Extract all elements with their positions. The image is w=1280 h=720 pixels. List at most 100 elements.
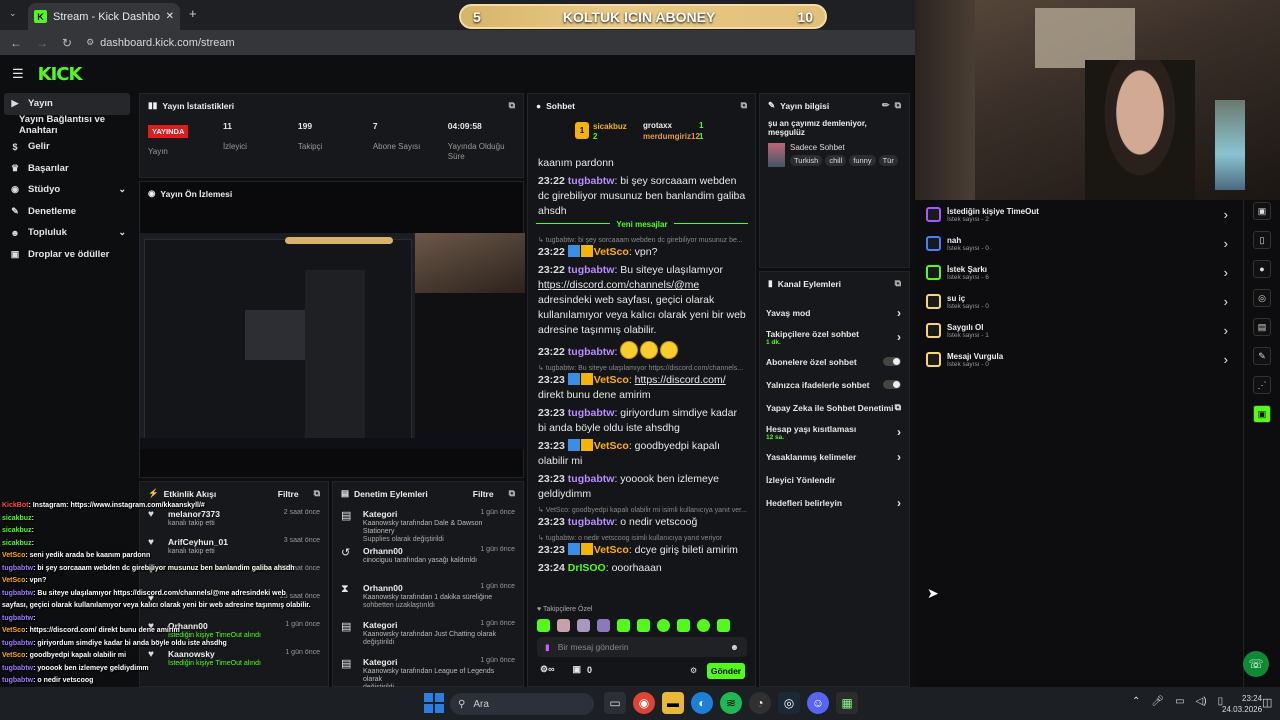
redeem-item[interactable]: Saygılı Ol İstek sayısı - 1 › [926,316,1236,345]
sidebar-item-revenue[interactable]: $ Gelir [0,136,136,158]
chat-input[interactable]: ▮ Bir mesaj gönderin ☻ [537,637,747,657]
site-info-icon[interactable]: ⚙ [86,37,94,48]
chat-username[interactable]: tugbabtw [568,473,615,485]
mic-icon[interactable]: ▮ [545,642,550,653]
moderation-filter-button[interactable]: Filtre [473,489,494,499]
mobile-icon[interactable]: ▯ [1253,231,1271,249]
chat-username[interactable]: tugbabtw [568,407,615,419]
toggle-switch[interactable] [883,380,901,389]
sidebar-item-achievements[interactable]: ♛ Başarılar [0,158,136,180]
redeem-item[interactable]: İstek Şarkı İstek sayısı - 6 › [926,258,1236,287]
chat-username[interactable]: tugbabtw [568,175,615,187]
discord-icon[interactable]: ☺ [807,692,829,714]
browser-tab[interactable]: K Stream - Kick Dashboard ✕ [28,3,180,30]
chat-username[interactable]: VetSco [594,246,629,258]
chat-username[interactable]: VetSco [594,440,629,452]
redeem-item[interactable]: nah İstek sayısı - 0 › [926,229,1236,258]
channel-action-item[interactable]: Yavaş mod › [760,301,909,324]
forward-icon[interactable]: → [36,36,48,50]
kick-logo[interactable]: KICK [38,64,83,85]
redeem-item[interactable]: su iç İstek sayısı - 0 › [926,287,1236,316]
chat-username[interactable]: tugbabtw [568,346,615,358]
chrome-icon[interactable]: ◉ [633,692,655,714]
channel-action-item[interactable]: Takipçilere özel sohbet 1 dk. › [760,324,909,350]
folder-icon[interactable]: ▬ [662,692,684,714]
chat-username[interactable]: VetSco [594,374,629,386]
popout-icon[interactable]: ⧉ [509,488,515,499]
popout-icon[interactable]: ⧉ [895,278,901,289]
emote-icon[interactable] [677,619,690,632]
network-icon[interactable]: ▭ [1175,696,1184,707]
emote-icon[interactable] [557,619,570,632]
help-chat-icon[interactable]: ☏ [1243,651,1269,677]
reload-icon[interactable]: ↻ [62,36,72,50]
chat-link[interactable]: https://discord.com/channels/@me [538,279,699,291]
redeem-tool-icon[interactable]: ▣ [1253,202,1271,220]
popout-icon[interactable]: ⧉ [314,488,320,499]
emote-icon[interactable] [537,619,550,632]
emoji-icon[interactable]: ☻ [730,642,739,652]
chat-settings-icon[interactable]: ⚙ [690,666,697,675]
channel-action-item[interactable]: Yapay Zeka ile Sohbet Denetimi ⧉ [760,396,909,419]
channel-action-item[interactable]: Hedefleri belirleyin › [760,491,909,514]
share-icon[interactable]: ⋰ [1253,376,1271,394]
close-tab-icon[interactable]: ✕ [166,11,174,22]
emote-icon[interactable] [617,619,630,632]
new-tab-icon[interactable]: + [189,6,197,21]
settings-icon[interactable]: ⚙∞ [540,664,554,675]
tab-search-icon[interactable]: ⌄ [9,8,17,19]
clock[interactable]: 23:24 24.03.2026 [1222,693,1262,715]
sidebar-item-community[interactable]: ☻ Topluluk ⌄ [0,222,136,244]
emote-icon[interactable] [577,619,590,632]
channel-action-item[interactable]: Abonelere özel sohbet [760,350,909,373]
chat-username[interactable]: VetSco [594,544,629,556]
chat-username[interactable]: tugbabtw [568,516,615,528]
obs-icon[interactable]: ◔ [749,692,771,714]
chat-username[interactable]: tugbabtw [568,264,615,276]
emote-icon[interactable] [637,619,650,632]
sidebar-item-moderation[interactable]: ✎ Denetleme [0,201,136,223]
taskbar-search[interactable]: ⚲ Ara [450,693,594,715]
task-view-icon[interactable]: ▭ [604,692,626,714]
broadcast-icon[interactable]: ◎ [1253,289,1271,307]
emote-icon[interactable] [657,619,670,632]
redeem-item[interactable]: İstediğin kişiye TimeOut İstek sayısı - 2… [926,200,1236,229]
edit-icon[interactable]: ✏ [882,100,890,111]
activity-filter-button[interactable]: Filtre [278,489,299,499]
url-field[interactable]: dashboard.kick.com/stream [100,37,235,49]
mic-icon[interactable]: 🎤︎ [1151,696,1164,707]
chevron-up-icon[interactable]: ⌃ [1132,696,1140,707]
redeem-item[interactable]: Mesajı Vurgula İstek sayısı - 0 › [926,345,1236,374]
channel-action-item[interactable]: İzleyici Yönlendir [760,468,909,491]
toggle-switch[interactable] [883,357,901,366]
channel-action-item[interactable]: Yalnızca ifadelerle sohbet [760,373,909,396]
steam-icon[interactable]: ◎ [778,692,800,714]
channel-action-item[interactable]: Yasaklanmış kelimeler › [760,445,909,468]
sidebar-item-stream[interactable]: ▶ Yayın [4,93,130,115]
popout-icon[interactable]: ⧉ [741,100,747,111]
menu-icon[interactable]: ☰ [12,66,24,82]
emote-icon[interactable] [697,619,710,632]
send-button[interactable]: Gönder [707,663,745,679]
windows-start-icon[interactable] [424,693,444,713]
channel-action-item[interactable]: Hesap yaşı kısıtlaması 12 sa. › [760,419,909,445]
popout-icon[interactable]: ⧉ [895,100,901,111]
sidebar-item-stream-key[interactable]: Yayın Bağlantısı ve Anahtarı [0,114,136,136]
edge-icon[interactable]: ◐ [691,692,713,714]
chat-link[interactable]: https://discord.com/ [635,374,726,386]
sidebar-item-drops[interactable]: ▣ Droplar ve ödüller [0,244,136,266]
list-icon[interactable]: ▤ [1253,318,1271,336]
volume-icon[interactable]: ◁) [1196,696,1207,707]
wrench-icon[interactable]: ✎ [1253,347,1271,365]
sidebar-item-studio[interactable]: ◉ Stüdyo ⌄ [0,179,136,201]
spotify-icon[interactable]: ≋ [720,692,742,714]
app-icon[interactable]: ▦ [836,692,858,714]
kick-app-icon[interactable]: ▣ [1253,405,1271,423]
notification-icon[interactable]: ◫ [1262,696,1272,709]
emote-icon[interactable] [717,619,730,632]
chat-username[interactable]: DrISOO [568,562,606,574]
preview-video[interactable] [140,233,525,449]
back-icon[interactable]: ← [10,36,22,50]
chat-bubble-icon[interactable]: ● [1253,260,1271,278]
emote-icon[interactable] [597,619,610,632]
